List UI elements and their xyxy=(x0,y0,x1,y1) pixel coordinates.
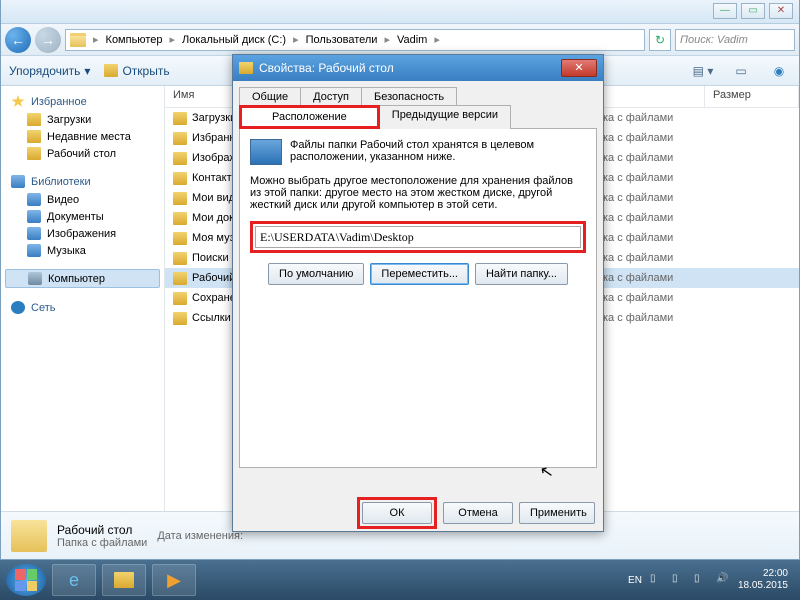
dialog-title: Свойства: Рабочий стол xyxy=(259,61,394,75)
start-button[interactable] xyxy=(6,564,46,596)
sidebar-item-pictures[interactable]: Изображения xyxy=(1,225,164,242)
folder-icon xyxy=(173,112,187,125)
star-icon xyxy=(11,95,25,108)
favorites-header[interactable]: Избранное xyxy=(1,92,164,111)
address-bar[interactable]: ▸ Компьютер ▸ Локальный диск (C:) ▸ Поль… xyxy=(65,29,645,51)
folder-icon xyxy=(70,33,86,47)
folder-icon xyxy=(173,172,187,185)
folder-icon xyxy=(27,147,41,160)
details-type: Папка с файлами xyxy=(57,537,147,549)
sidebar-item-documents[interactable]: Документы xyxy=(1,208,164,225)
sidebar-item-recent[interactable]: Недавние места xyxy=(1,128,164,145)
refresh-button[interactable]: ↻ xyxy=(649,29,671,51)
folder-icon xyxy=(11,520,47,552)
tray-flag-icon[interactable]: ▯ xyxy=(650,573,664,587)
restore-default-button[interactable]: По умолчанию xyxy=(268,263,364,285)
language-indicator[interactable]: EN xyxy=(628,575,642,586)
forward-button[interactable]: → xyxy=(35,27,61,53)
folder-icon xyxy=(239,62,253,74)
folder-icon xyxy=(104,64,118,77)
tab-sharing[interactable]: Доступ xyxy=(300,87,362,106)
apply-button[interactable]: Применить xyxy=(519,502,595,524)
tray-action-center-icon[interactable]: ▯ xyxy=(672,573,686,587)
folder-icon xyxy=(173,212,187,225)
close-button[interactable]: ✕ xyxy=(769,3,793,19)
file-name: Загрузки xyxy=(192,112,236,124)
sidebar-item-computer[interactable]: Компьютер xyxy=(5,269,160,288)
back-button[interactable]: ← xyxy=(5,27,31,53)
dialog-titlebar[interactable]: Свойства: Рабочий стол ✕ xyxy=(233,55,603,81)
libraries-header[interactable]: Библиотеки xyxy=(1,172,164,191)
folder-icon xyxy=(173,192,187,205)
monitor-icon xyxy=(250,139,282,165)
folder-icon xyxy=(173,152,187,165)
folder-icon xyxy=(173,272,187,285)
dialog-close-button[interactable]: ✕ xyxy=(561,59,597,77)
search-input[interactable]: Поиск: Vadim xyxy=(675,29,795,51)
taskbar-explorer[interactable] xyxy=(102,564,146,596)
file-name: Ссылки xyxy=(192,312,231,324)
clock[interactable]: 22:00 18.05.2015 xyxy=(738,568,788,592)
breadcrumb[interactable]: Локальный диск (C:) xyxy=(182,34,286,46)
folder-icon xyxy=(173,312,187,325)
folder-icon xyxy=(173,132,187,145)
navigation-pane: Избранное Загрузки Недавние места Рабочи… xyxy=(1,86,165,511)
help-button[interactable]: ◉ xyxy=(767,61,791,81)
video-icon xyxy=(27,193,41,206)
music-icon xyxy=(27,244,41,257)
sidebar-item-downloads[interactable]: Загрузки xyxy=(1,111,164,128)
tab-location[interactable]: Расположение xyxy=(239,105,380,129)
file-name: Поиски xyxy=(192,252,229,264)
ok-button[interactable]: ОК xyxy=(362,502,432,524)
folder-icon xyxy=(27,130,41,143)
sidebar-item-desktop[interactable]: Рабочий стол xyxy=(1,145,164,162)
folder-icon xyxy=(173,232,187,245)
sidebar-item-music[interactable]: Музыка xyxy=(1,242,164,259)
location-path-input[interactable] xyxy=(255,226,581,248)
breadcrumb[interactable]: Пользователи xyxy=(306,34,378,46)
sidebar-item-video[interactable]: Видео xyxy=(1,191,164,208)
minimize-button[interactable]: — xyxy=(713,3,737,19)
computer-icon xyxy=(28,272,42,285)
tab-security[interactable]: Безопасность xyxy=(361,87,457,106)
taskbar-mediaplayer[interactable]: ▶ xyxy=(152,564,196,596)
move-button[interactable]: Переместить... xyxy=(370,263,469,285)
breadcrumb[interactable]: Компьютер xyxy=(106,34,163,46)
nav-row: ← → ▸ Компьютер ▸ Локальный диск (C:) ▸ … xyxy=(1,24,799,56)
details-date-label: Дата изменения: xyxy=(157,530,243,542)
taskbar-ie[interactable]: e xyxy=(52,564,96,596)
details-title: Рабочий стол xyxy=(57,523,147,537)
organize-menu[interactable]: Упорядочить ▾ xyxy=(9,64,90,78)
folder-icon xyxy=(173,292,187,305)
open-button[interactable]: Открыть xyxy=(104,64,169,78)
col-size[interactable]: Размер xyxy=(705,86,799,107)
folder-icon xyxy=(114,572,134,588)
sidebar-item-network[interactable]: Сеть xyxy=(1,298,164,317)
maximize-button[interactable]: ▭ xyxy=(741,3,765,19)
location-description-1: Файлы папки Рабочий стол хранятся в целе… xyxy=(290,139,586,165)
preview-pane-button[interactable]: ▭ xyxy=(729,61,753,81)
titlebar[interactable]: — ▭ ✕ xyxy=(1,0,799,24)
breadcrumb[interactable]: Vadim xyxy=(397,34,427,46)
documents-icon xyxy=(27,210,41,223)
properties-dialog: Свойства: Рабочий стол ✕ Общие Доступ Бе… xyxy=(232,54,604,532)
pictures-icon xyxy=(27,227,41,240)
location-description-2: Можно выбрать другое местоположение для … xyxy=(250,175,586,211)
folder-icon xyxy=(173,252,187,265)
tab-content: Файлы папки Рабочий стол хранятся в целе… xyxy=(239,128,597,468)
taskbar: e ▶ EN ▯ ▯ ▯ 🔊 22:00 18.05.2015 xyxy=(0,560,800,600)
tray-volume-icon[interactable]: 🔊 xyxy=(716,573,730,587)
tab-previous-versions[interactable]: Предыдущие версии xyxy=(379,105,511,129)
network-icon xyxy=(11,301,25,314)
tray-network-icon[interactable]: ▯ xyxy=(694,573,708,587)
library-icon xyxy=(11,175,25,188)
folder-icon xyxy=(27,113,41,126)
find-target-button[interactable]: Найти папку... xyxy=(475,263,568,285)
cancel-button[interactable]: Отмена xyxy=(443,502,513,524)
tab-general[interactable]: Общие xyxy=(239,87,301,106)
system-tray[interactable]: EN ▯ ▯ ▯ 🔊 22:00 18.05.2015 xyxy=(628,568,794,592)
view-options-button[interactable]: ▤ ▾ xyxy=(691,61,715,81)
